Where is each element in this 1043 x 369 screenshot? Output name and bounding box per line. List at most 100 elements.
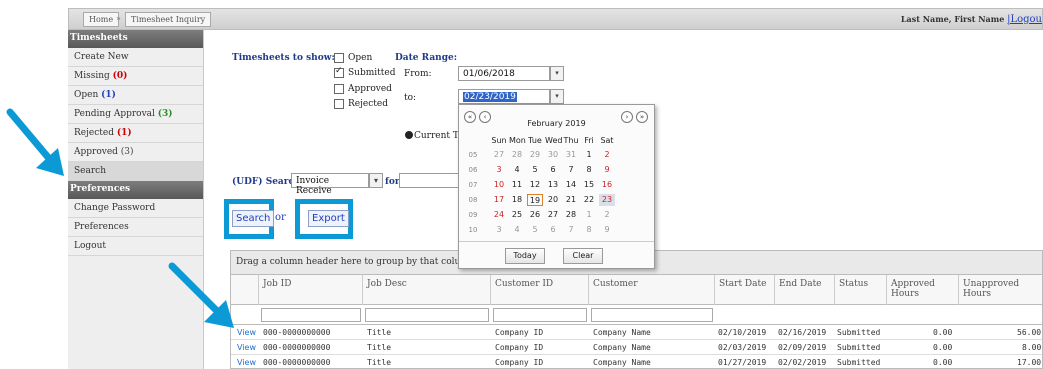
export-button[interactable]: Export bbox=[308, 210, 349, 227]
calendar-day[interactable]: 25 bbox=[509, 209, 525, 221]
calendar-day[interactable]: 11 bbox=[509, 179, 525, 191]
sidebar-item-logout[interactable]: Logout bbox=[68, 237, 203, 256]
sidebar-item-preferences[interactable]: Preferences bbox=[68, 218, 203, 237]
arrow-to-search-icon bbox=[6, 108, 64, 176]
udf-select-dropdown-button[interactable]: ▾ bbox=[369, 173, 383, 188]
col-header-status[interactable]: Status bbox=[835, 275, 887, 305]
calendar-day[interactable]: 26 bbox=[527, 209, 543, 221]
sidebar-item-search[interactable]: Search bbox=[68, 162, 203, 181]
calendar-day[interactable]: 5 bbox=[527, 224, 543, 236]
breadcrumb-current[interactable]: Timesheet Inquiry bbox=[125, 12, 212, 27]
today-button[interactable]: Today bbox=[505, 248, 545, 264]
sidebar-item-label: Pending Approval bbox=[74, 109, 155, 119]
current-timesheet-radio[interactable] bbox=[405, 131, 413, 139]
calendar-day[interactable]: 9 bbox=[599, 164, 615, 176]
calendar-day[interactable]: 22 bbox=[581, 194, 597, 206]
sidebar-item-label: Preferences bbox=[74, 222, 129, 232]
calendar-day[interactable]: 2 bbox=[599, 209, 615, 221]
calendar-day[interactable]: 6 bbox=[545, 164, 561, 176]
view-link[interactable]: View bbox=[237, 343, 256, 352]
submitted-checkbox[interactable] bbox=[334, 66, 344, 78]
calendar-day[interactable]: 19 bbox=[527, 194, 543, 206]
calendar-day[interactable]: 17 bbox=[491, 194, 507, 206]
calendar-day[interactable]: 1 bbox=[581, 209, 597, 221]
calendar-day[interactable]: 30 bbox=[545, 149, 561, 161]
sidebar-item-approved[interactable]: Approved (3) bbox=[68, 143, 203, 162]
rejected-checkbox[interactable] bbox=[334, 99, 344, 109]
calendar-day[interactable]: 4 bbox=[509, 164, 525, 176]
sidebar-item-open[interactable]: Open (1) bbox=[68, 86, 203, 105]
calendar-day[interactable]: 18 bbox=[509, 194, 525, 206]
calendar-day[interactable]: 8 bbox=[581, 224, 597, 236]
col-header-job-id[interactable]: Job ID bbox=[259, 275, 363, 305]
calendar-day[interactable]: 28 bbox=[509, 149, 525, 161]
col-header-approved-hours[interactable]: Approved Hours bbox=[887, 275, 959, 305]
calendar-day[interactable]: 10 bbox=[491, 179, 507, 191]
calendar-day[interactable]: 12 bbox=[527, 179, 543, 191]
cell-end-date: 02/02/2019 bbox=[778, 358, 827, 367]
view-link[interactable]: View bbox=[237, 358, 256, 367]
calendar-day[interactable]: 7 bbox=[563, 224, 579, 236]
filter-job-id[interactable] bbox=[261, 308, 361, 322]
to-date-input[interactable]: 02/23/2019 bbox=[458, 89, 550, 104]
calendar-day[interactable]: 31 bbox=[563, 149, 579, 161]
search-button[interactable]: Search bbox=[232, 210, 275, 227]
calendar-day[interactable]: 15 bbox=[581, 179, 597, 191]
cell-approved-hours: 0.00 bbox=[933, 358, 953, 367]
cell-job-desc: Title bbox=[367, 328, 392, 337]
col-header-unapproved-hours[interactable]: Unapproved Hours bbox=[959, 275, 1043, 305]
sidebar-item-pending-approval[interactable]: Pending Approval (3) bbox=[68, 105, 203, 124]
filter-customer-id[interactable] bbox=[493, 308, 587, 322]
calendar-day[interactable]: 24 bbox=[491, 209, 507, 221]
calendar-day[interactable]: 9 bbox=[599, 224, 615, 236]
calendar-day[interactable]: 1 bbox=[581, 149, 597, 161]
from-date-picker-button[interactable]: ▾ bbox=[550, 66, 564, 81]
calendar-footer: Today Clear bbox=[459, 241, 654, 269]
approved-checkbox[interactable] bbox=[334, 84, 344, 94]
udf-search-input[interactable] bbox=[399, 173, 459, 188]
table-row: View 000-0000000000 Title Company ID Com… bbox=[231, 355, 1042, 369]
col-header-customer-id[interactable]: Customer ID bbox=[491, 275, 589, 305]
breadcrumb-home[interactable]: Home bbox=[83, 12, 120, 27]
calendar-day[interactable]: 2 bbox=[599, 149, 615, 161]
filter-job-desc[interactable] bbox=[365, 308, 489, 322]
to-label: to: bbox=[404, 93, 417, 103]
col-header-job-desc[interactable]: Job Desc bbox=[363, 275, 491, 305]
calendar-day[interactable]: 27 bbox=[491, 149, 507, 161]
sidebar-item-rejected[interactable]: Rejected (1) bbox=[68, 124, 203, 143]
to-date-picker-button[interactable]: ▾ bbox=[550, 89, 564, 104]
calendar-day[interactable]: 21 bbox=[563, 194, 579, 206]
clear-button[interactable]: Clear bbox=[563, 248, 603, 264]
filter-customer[interactable] bbox=[591, 308, 713, 322]
col-header-start-date[interactable]: Start Date bbox=[715, 275, 775, 305]
calendar-day[interactable]: 28 bbox=[563, 209, 579, 221]
logout-link[interactable]: |Logou bbox=[1007, 14, 1042, 25]
calendar-day[interactable]: 5 bbox=[527, 164, 543, 176]
calendar-day[interactable]: 8 bbox=[581, 164, 597, 176]
open-checkbox[interactable] bbox=[334, 53, 344, 63]
calendar-day[interactable]: 27 bbox=[545, 209, 561, 221]
calendar-day[interactable]: 3 bbox=[491, 164, 507, 176]
col-header-end-date[interactable]: End Date bbox=[775, 275, 835, 305]
sidebar-item-missing[interactable]: Missing (0) bbox=[68, 67, 203, 86]
calendar-day[interactable]: 4 bbox=[509, 224, 525, 236]
cell-status: Submitted bbox=[837, 358, 881, 367]
sidebar-item-create-new[interactable]: Create New bbox=[68, 48, 203, 67]
sidebar-item-change-password[interactable]: Change Password bbox=[68, 199, 203, 218]
from-date-input[interactable]: 01/06/2018 bbox=[458, 66, 550, 81]
calendar-day[interactable]: 7 bbox=[563, 164, 579, 176]
sidebar-header-timesheets: Timesheets bbox=[68, 30, 203, 48]
calendar-day[interactable]: 23 bbox=[599, 194, 615, 206]
udf-field-select[interactable]: Invoice Receive bbox=[291, 173, 369, 196]
calendar-day[interactable]: 6 bbox=[545, 224, 561, 236]
hidden-link-fragment: or bbox=[275, 212, 286, 223]
calendar-day[interactable]: 13 bbox=[545, 179, 561, 191]
calendar-day[interactable]: 14 bbox=[563, 179, 579, 191]
timesheets-to-show-label: Timesheets to show: bbox=[232, 53, 335, 63]
calendar-day[interactable]: 29 bbox=[527, 149, 543, 161]
calendar-day[interactable]: 3 bbox=[491, 224, 507, 236]
calendar-day[interactable]: 20 bbox=[545, 194, 561, 206]
calendar-day[interactable]: 16 bbox=[599, 179, 615, 191]
count-badge: (0) bbox=[112, 71, 128, 81]
col-header-customer[interactable]: Customer bbox=[589, 275, 715, 305]
